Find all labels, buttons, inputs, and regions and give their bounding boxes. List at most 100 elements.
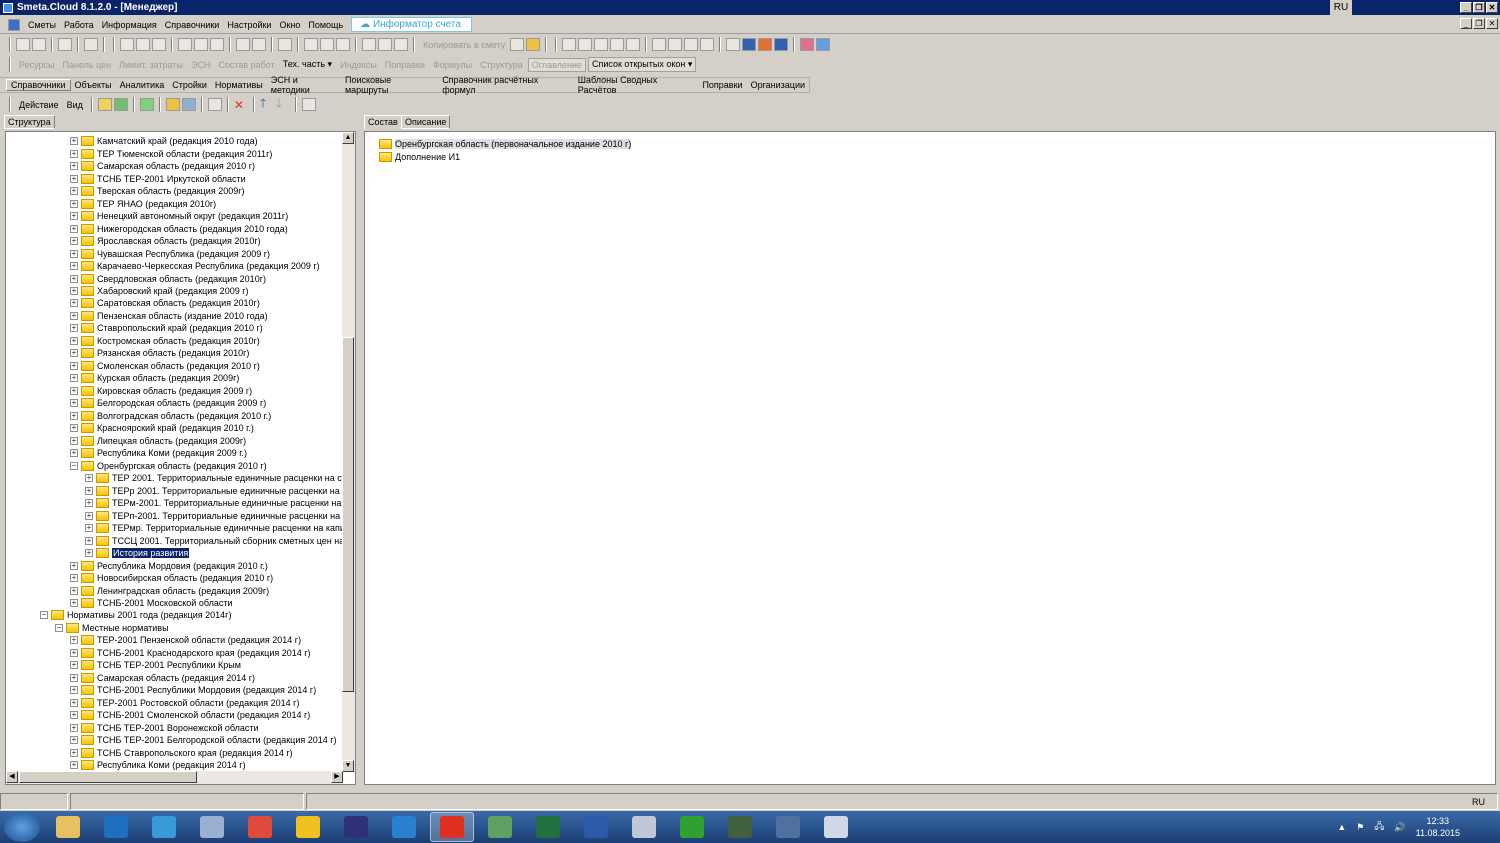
indent-icon[interactable] [652, 38, 667, 51]
tree-item[interactable]: + Смоленская область (редакция 2010 г) [70, 360, 260, 373]
expand-icon[interactable]: + [70, 648, 78, 657]
tree-item[interactable]: + Красноярский край (редакция 2010 г.) [70, 422, 254, 435]
tree-item[interactable]: + ТЕРм-2001. Территориальные единичные ра… [85, 497, 343, 510]
tree-item[interactable]: + Республика Мордовия (редакция 2010 г.) [70, 559, 268, 572]
delete-icon[interactable]: ✕ [234, 98, 248, 112]
pr-icon[interactable] [594, 38, 609, 51]
tab-stroyki[interactable]: Стройки [168, 80, 211, 90]
cut-icon[interactable] [362, 38, 376, 51]
tree-item[interactable]: + ТЕР Тюменской области (редакция 2011г) [70, 147, 272, 160]
collapse-icon[interactable]: − [70, 461, 78, 470]
list-item[interactable]: Дополнение И1 [379, 151, 460, 164]
child-minimize-icon[interactable]: _ [1460, 18, 1472, 29]
menu-okno[interactable]: Окно [275, 20, 304, 30]
list-icon[interactable] [610, 38, 625, 51]
object2-icon[interactable] [194, 38, 208, 51]
truck-icon[interactable] [742, 38, 757, 51]
menu-informatsiya[interactable]: Информация [98, 20, 161, 30]
expand-icon[interactable]: + [85, 474, 93, 483]
menu-smety[interactable]: Сметы [24, 20, 60, 30]
expand-icon[interactable]: + [70, 673, 78, 682]
expand-icon[interactable]: + [85, 524, 93, 533]
tree-item[interactable]: + Курская область (редакция 2009г) [70, 372, 239, 385]
work-composition-button[interactable]: Состав работ [215, 60, 277, 70]
tree-item[interactable]: + ТСНБ ТЕР-2001 Белгородской области (ред… [70, 734, 337, 747]
close-icon[interactable]: ✕ [1486, 2, 1498, 13]
tree-item[interactable]: + Республика Коми (редакция 2014 г) [70, 759, 246, 772]
import-icon[interactable] [304, 38, 318, 51]
expand-icon[interactable]: + [70, 636, 78, 645]
tree-item[interactable]: + ТСНБ ТЕР-2001 Воронежской области [70, 722, 259, 735]
vertical-scroll-thumb[interactable] [342, 337, 354, 692]
add-tree-icon[interactable] [32, 38, 46, 51]
expand-icon[interactable]: + [70, 336, 78, 345]
expand-icon[interactable]: + [70, 399, 78, 408]
structure-button[interactable]: Структура [477, 60, 526, 70]
tree-item[interactable]: + Тверская область (редакция 2009г) [70, 185, 245, 198]
expand-icon[interactable]: + [70, 299, 78, 308]
save-icon[interactable] [120, 38, 134, 51]
limit-costs-button[interactable]: Лимит. затраты [116, 60, 186, 70]
tree-item[interactable]: + ТЕР 2001. Территориальные единичные рас… [85, 472, 343, 485]
tree-item[interactable]: + Волгоградская область (редакция 2010 г.… [70, 410, 271, 423]
expand-icon[interactable]: + [70, 162, 78, 171]
move-up-icon[interactable]: 🡑 [260, 94, 274, 115]
tree-item[interactable]: + ТСНБ ТЕР-2001 Иркутской области [70, 172, 246, 185]
tree-item[interactable]: + Пензенская область (издание 2010 года) [70, 310, 268, 323]
tree-item[interactable]: + История развития [85, 547, 190, 560]
expand-icon[interactable]: + [70, 698, 78, 707]
informer-button[interactable]: ☁ Информатор счета [351, 17, 472, 32]
taskbar-app-chrome[interactable] [238, 812, 282, 842]
tree-item[interactable]: + Хабаровский край (редакция 2009 г) [70, 285, 248, 298]
taskbar-app-explorer[interactable] [46, 812, 90, 842]
corrections-button[interactable]: Поправки [382, 60, 428, 70]
expand-icon[interactable]: + [70, 311, 78, 320]
network-icon[interactable]: 🖧 [1374, 819, 1384, 835]
tree-item[interactable]: + ТСНБ-2001 Краснодарского края (редакция… [70, 647, 311, 660]
horizontal-scroll-thumb[interactable] [19, 771, 197, 783]
tree-item[interactable]: + ТССЦ 2001. Территориальный сборник смет… [85, 534, 343, 547]
taskbar-app-repair-tool[interactable] [766, 812, 810, 842]
action-menu[interactable]: Действие [16, 100, 62, 110]
tree-item[interactable]: + Липецкая область (редакция 2009г) [70, 435, 246, 448]
refresh-icon[interactable] [139, 98, 154, 111]
collapse-icon[interactable]: − [55, 623, 63, 632]
expand-icon[interactable]: + [70, 262, 78, 271]
folder-green-icon[interactable] [113, 98, 128, 111]
object-icon[interactable] [178, 38, 192, 51]
tab-objects[interactable]: Объекты [71, 80, 116, 90]
expand-icon[interactable]: + [70, 424, 78, 433]
expand-icon[interactable]: + [85, 549, 93, 558]
tab-esn-methods[interactable]: ЭСН и методики [267, 75, 341, 95]
tree-item[interactable]: − Нормативы 2001 года (редакция 2014г) [40, 609, 231, 622]
tree-vertical-scrollbar[interactable]: ▲ ▼ [342, 132, 355, 772]
expand-icon[interactable]: + [70, 187, 78, 196]
language-indicator[interactable]: RU [1330, 0, 1352, 15]
search-icon[interactable] [84, 38, 98, 51]
tree-item[interactable]: + Ненецкий автономный округ (редакция 201… [70, 210, 288, 223]
tree-item[interactable]: − Местные нормативы [55, 622, 169, 635]
taskbar-app-paint[interactable] [814, 812, 858, 842]
copy-icon[interactable] [207, 98, 222, 111]
taskbar-app-save-app[interactable] [334, 812, 378, 842]
taskbar-app-word[interactable] [574, 812, 618, 842]
expand-icon[interactable]: + [70, 361, 78, 370]
volume-icon[interactable]: 🔊 [1394, 822, 1405, 833]
expand-icon[interactable]: + [70, 224, 78, 233]
outdent-icon[interactable] [684, 38, 699, 51]
tab-sostav[interactable]: Состав [364, 115, 402, 129]
taskbar-app-smeta[interactable] [430, 812, 474, 842]
tree-item[interactable]: + ТСНБ-2001 Смоленской области (редакция … [70, 709, 310, 722]
refresh-icon[interactable] [136, 38, 150, 51]
tree-item[interactable]: + ТСНБ ТЕР-2001 Республики Крым [70, 659, 241, 672]
expand-icon[interactable]: + [70, 174, 78, 183]
tree-horizontal-scrollbar[interactable]: ◀ ▶ [6, 771, 343, 784]
taskbar-app-green-app[interactable] [670, 812, 714, 842]
pink-icon[interactable] [800, 38, 815, 51]
print-icon[interactable] [301, 98, 316, 111]
expand-icon[interactable]: + [70, 349, 78, 358]
tree-item[interactable]: + Саратовская область (редакция 2010г) [70, 297, 260, 310]
expand-icon[interactable]: + [70, 137, 78, 146]
tab-templates[interactable]: Шаблоны Сводных Расчётов [574, 75, 699, 95]
tree-item[interactable]: + Ленинградская область (редакция 2009г) [70, 584, 269, 597]
